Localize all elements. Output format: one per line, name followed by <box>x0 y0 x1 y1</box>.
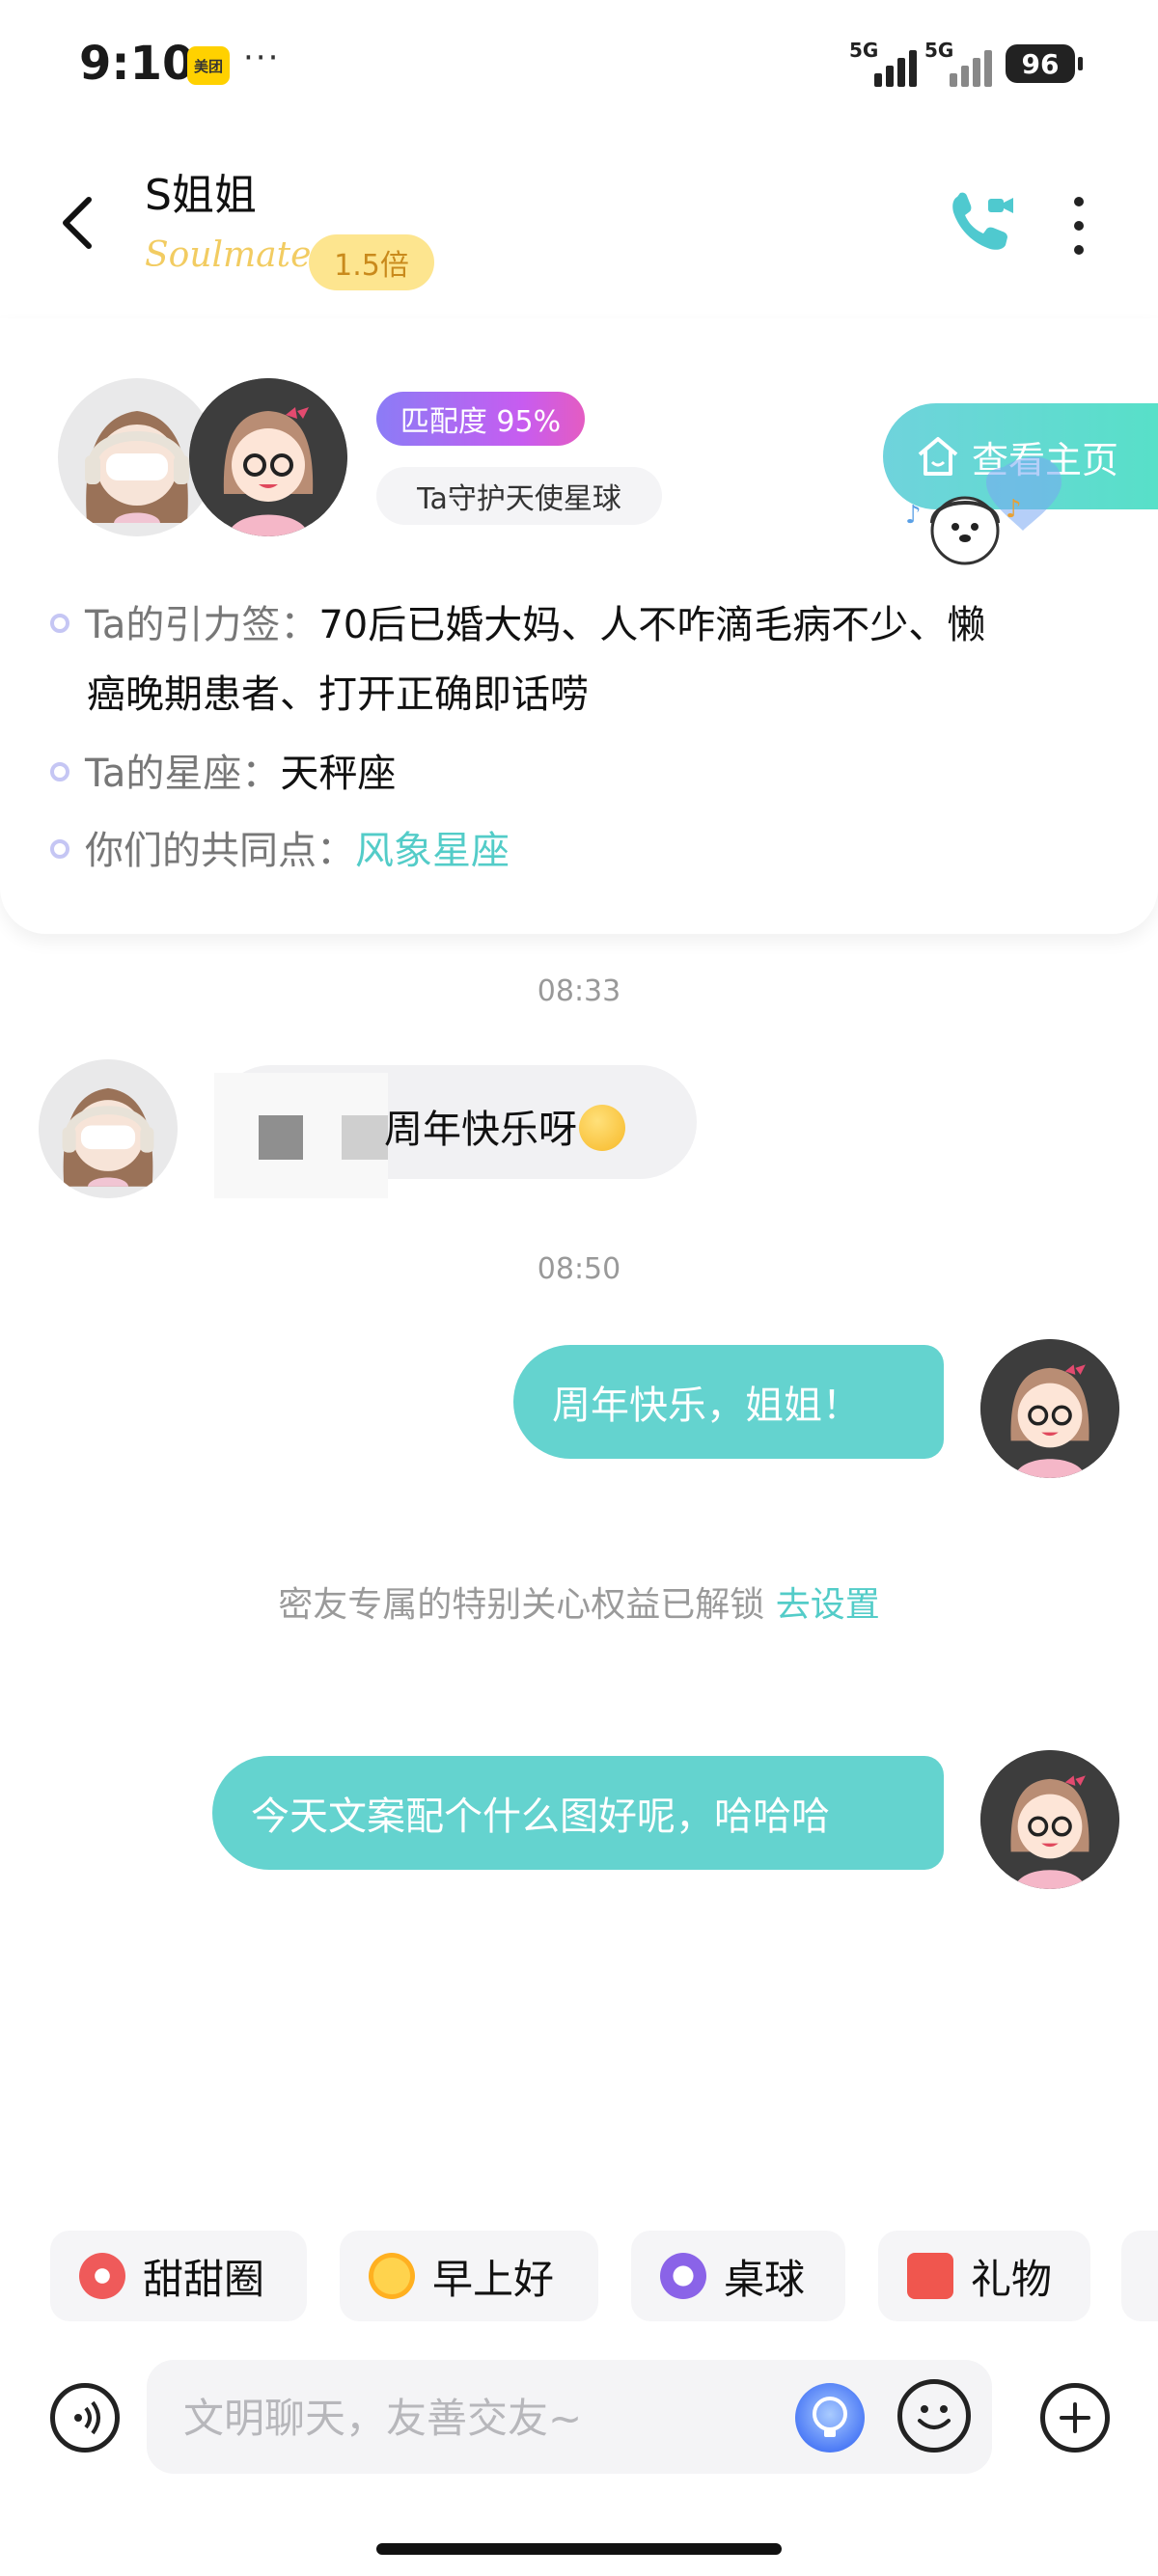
more-actions-button[interactable] <box>1040 2383 1110 2453</box>
home-indicator[interactable] <box>376 2543 782 2555</box>
message-timestamp: 08:33 <box>537 974 621 1008</box>
cellular-signal-icon: 5G <box>849 39 924 87</box>
phone-call-icon <box>952 192 1013 250</box>
incoming-message-text: 周年快乐呀 <box>384 1108 577 1152</box>
chat-partner-name: S姐姐 <box>145 171 257 220</box>
zodiac-line: Ta的星座：天秤座 <box>50 739 396 808</box>
ai-bulb-icon <box>813 2397 847 2437</box>
quick-chip-label: 桌球 <box>724 2255 806 2303</box>
quick-chip-donut[interactable]: 甜甜圈 <box>50 2231 307 2321</box>
bullet-dot-icon <box>50 614 69 633</box>
common-points-value[interactable]: 风象星座 <box>355 829 510 873</box>
redacted-area <box>214 1073 388 1198</box>
system-notice: 密友专属的特别关心权益已解锁 去设置 <box>0 1576 1158 1627</box>
svg-text:♪: ♪ <box>905 501 922 530</box>
chevron-left-icon <box>63 197 92 249</box>
dog-sticker: ♪ ♪ <box>897 434 1090 589</box>
quick-chip-good-morning[interactable]: 早上好 <box>340 2231 598 2321</box>
my-message-avatar[interactable] <box>980 1339 1119 1478</box>
gift-icon <box>907 2253 953 2299</box>
sun-icon <box>369 2253 415 2299</box>
status-time: 9:10 <box>79 37 195 91</box>
quick-chip-overflow[interactable] <box>1121 2231 1158 2321</box>
more-dot-icon <box>1074 221 1084 231</box>
multiplier-badge: 1.5倍 <box>309 234 434 290</box>
quick-chip-label: 礼物 <box>971 2255 1053 2303</box>
incoming-avatar[interactable] <box>39 1059 178 1198</box>
match-badge: 匹配度 95% <box>376 392 585 446</box>
quick-chip-label: 甜甜圈 <box>143 2255 265 2303</box>
quick-chip-billiards[interactable]: 桌球 <box>631 2231 845 2321</box>
message-input[interactable] <box>183 2389 762 2447</box>
smiley-icon <box>918 2405 951 2429</box>
outgoing-message-bubble[interactable]: 周年快乐，姐姐！ <box>513 1345 944 1459</box>
outgoing-message-bubble[interactable]: 今天文案配个什么图好呢，哈哈哈 <box>212 1756 944 1870</box>
billiard-ball-icon <box>660 2253 706 2299</box>
voice-wave-icon <box>74 2400 100 2435</box>
call-button[interactable] <box>946 189 1015 257</box>
my-avatar <box>189 378 347 536</box>
quick-chip-label: 早上好 <box>432 2255 555 2303</box>
bullet-dot-icon <box>50 762 69 781</box>
bullet-dot-icon <box>50 839 69 859</box>
incoming-message[interactable]: 周年快乐呀 <box>384 1098 625 1155</box>
battery-icon: 96 <box>1006 44 1083 83</box>
guard-planet-badge[interactable]: Ta守护天使星球 <box>376 467 662 525</box>
gravity-tags-label: Ta的引力签： <box>85 603 319 647</box>
my-message-avatar[interactable] <box>980 1750 1119 1889</box>
back-button[interactable] <box>50 189 104 257</box>
message-timestamp: 08:50 <box>537 1252 621 1286</box>
ai-assistant-button[interactable] <box>795 2383 865 2453</box>
zodiac-label: Ta的星座： <box>85 752 281 796</box>
system-notice-text: 密友专属的特别关心权益已解锁 <box>278 1585 765 1625</box>
svg-text:♪: ♪ <box>1006 495 1022 524</box>
meituan-app-icon: 美团 <box>187 46 230 85</box>
go-settings-link[interactable]: 去设置 <box>776 1585 880 1625</box>
donut-icon <box>79 2253 125 2299</box>
emoji-button[interactable] <box>897 2379 971 2453</box>
flushed-face-emoji-icon <box>579 1105 625 1151</box>
gravity-tags-line-2: 癌晚期患者、打开正确即话唠 <box>87 672 589 717</box>
plus-icon <box>1060 2402 1090 2433</box>
gravity-tags-value: 70后已婚大妈、人不咋滴毛病不少、懒 <box>318 603 986 647</box>
more-options-button[interactable] <box>1062 197 1096 255</box>
avatar-pair[interactable] <box>58 378 347 536</box>
voice-input-button[interactable] <box>50 2383 120 2453</box>
notification-overflow-icon: ··· <box>243 39 281 77</box>
common-points-label: 你们的共同点： <box>85 829 355 873</box>
more-dot-icon <box>1074 197 1084 206</box>
zodiac-value: 天秤座 <box>280 752 397 796</box>
status-bar: 9:10 美团 ··· 5G 5G 96 <box>0 0 1158 125</box>
cellular-signal-icon-2: 5G <box>924 39 1000 87</box>
quick-chip-gift[interactable]: 礼物 <box>878 2231 1090 2321</box>
soulmate-logo: Soulmate <box>145 235 312 275</box>
common-points-line: 你们的共同点：风象星座 <box>50 816 510 886</box>
more-dot-icon <box>1074 245 1084 255</box>
gravity-tags-line: Ta的引力签：70后已婚大妈、人不咋滴毛病不少、懒 <box>50 590 1112 660</box>
